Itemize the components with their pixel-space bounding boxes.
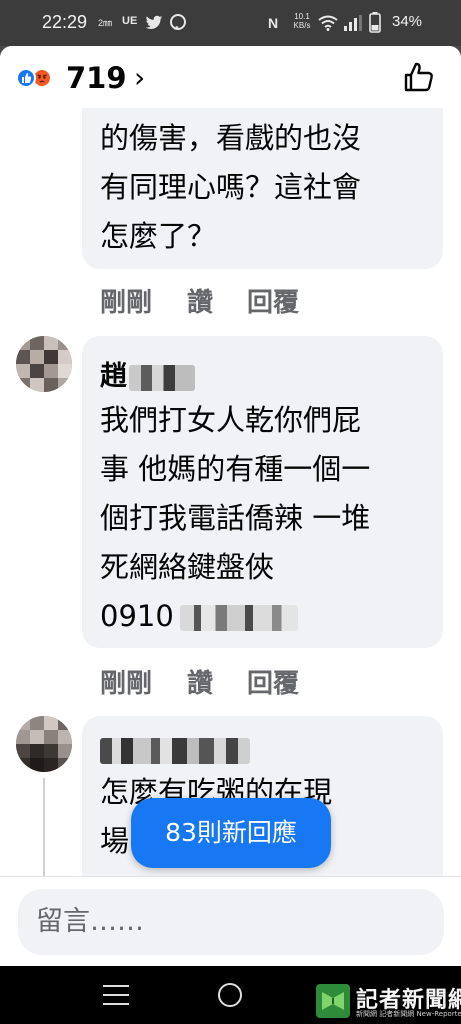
- watermark: 記者新聞網 新聞網 記者新聞網 New-Reporter: [314, 982, 461, 1022]
- comment-text-line: 個打我電話僑辣 一堆: [100, 501, 371, 535]
- watermark-logo: [316, 984, 350, 1018]
- watermark-subtitle: 新聞網 記者新聞網 New-Reporter: [356, 1010, 461, 1018]
- comment-time: 剛剛: [100, 669, 153, 699]
- status-indicator: 2㎜: [98, 18, 113, 28]
- phone-number: 0910: [100, 599, 174, 633]
- comment-author[interactable]: [100, 734, 250, 765]
- comment-text-line: 有同理心嗎？這社會: [100, 170, 362, 204]
- comment-author[interactable]: 趙: [100, 354, 195, 393]
- like-link[interactable]: 讚: [187, 663, 213, 700]
- twitter-icon: [145, 15, 163, 29]
- comment-text-line: 我們打女人乾你們屁: [100, 403, 362, 437]
- redacted-phone: [179, 605, 298, 631]
- author-name: 趙: [100, 361, 127, 392]
- avatar[interactable]: [16, 716, 72, 772]
- avatar[interactable]: [16, 336, 72, 392]
- chevron-right-icon[interactable]: ›: [134, 61, 145, 94]
- reactions-header[interactable]: 719 ›: [0, 46, 461, 108]
- reply-link[interactable]: 回覆: [247, 663, 299, 700]
- redacted-name: [100, 737, 250, 764]
- comment-text-line: 的傷害，看戲的也沒: [100, 121, 362, 155]
- recent-apps-icon[interactable]: [103, 985, 129, 1005]
- comment-text-line: 怎麼了？: [100, 219, 217, 253]
- battery-percent: 34%: [392, 13, 423, 30]
- redacted-name: [129, 364, 195, 391]
- composer-bar: 留言……: [0, 876, 461, 966]
- comment-text-line: 死網絡鍵盤俠: [100, 550, 275, 584]
- comment-bubble: 趙 我們打女人乾你們屁 事 他媽的有種一個一 個打我電話僑辣 一堆 死網絡鍵盤俠…: [82, 336, 443, 648]
- signal-icon: [344, 15, 362, 31]
- like-link[interactable]: 讚: [187, 282, 213, 319]
- comment-text-line: 場: [100, 824, 130, 858]
- comment-input[interactable]: 留言……: [18, 889, 444, 955]
- comments-sheet: 719 › 的傷害，看戲的也沒 有同理心嗎？這社會 怎麼了？ 剛剛 讚 回覆 趙…: [0, 46, 461, 966]
- comment-time: 剛剛: [100, 288, 153, 318]
- like-button[interactable]: [402, 60, 436, 94]
- battery-icon: [369, 12, 381, 33]
- wifi-icon: [318, 15, 338, 31]
- messenger-icon: [170, 14, 186, 30]
- like-reaction-icon: [16, 68, 36, 88]
- phone-number-line: 0910: [100, 592, 298, 641]
- status-bar: 22:29 2㎜ UE N 10.1 KB/s 34%: [0, 0, 461, 46]
- status-time: 22:29: [42, 12, 88, 32]
- nfc-icon: N: [268, 15, 279, 31]
- reaction-count[interactable]: 719: [66, 61, 127, 95]
- home-icon[interactable]: [218, 983, 242, 1007]
- status-indicator: UE: [122, 15, 138, 27]
- new-replies-button[interactable]: 83則新回應: [131, 798, 331, 868]
- comment-text-line: 事 他媽的有種一個一: [100, 452, 371, 486]
- reply-link[interactable]: 回覆: [247, 282, 299, 319]
- network-speed: 10.1 KB/s: [293, 12, 311, 30]
